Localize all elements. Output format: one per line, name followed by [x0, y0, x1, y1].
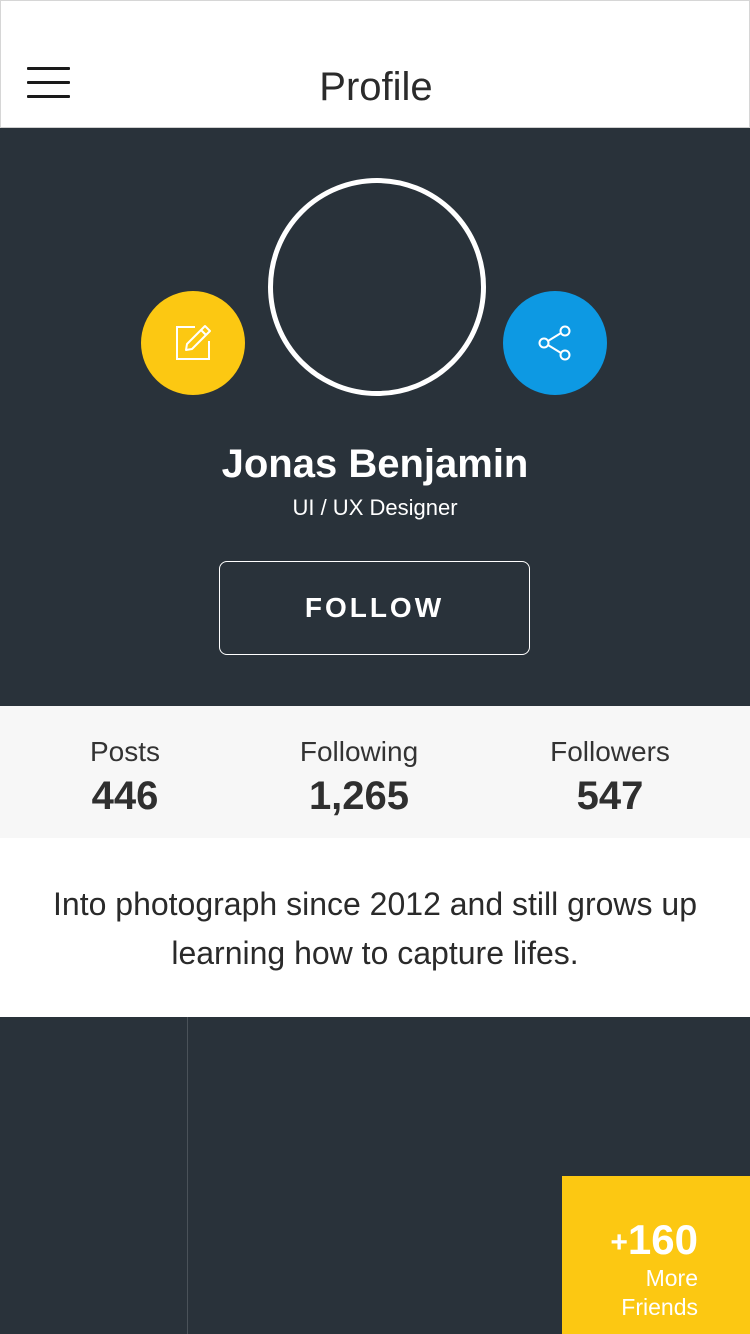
photo-gallery: +160 More Friends	[0, 1017, 750, 1334]
more-friends-button[interactable]: +160 More Friends	[562, 1176, 750, 1334]
share-button[interactable]	[503, 291, 607, 395]
stat-followers-label: Followers	[550, 736, 670, 767]
stat-posts-value: 446	[91, 774, 159, 818]
profile-header: Jonas Benjamin UI / UX Designer FOLLOW	[0, 128, 750, 706]
stats-bar: Posts 446 Following 1,265 Followers 547	[0, 706, 750, 838]
edit-icon	[176, 325, 211, 360]
follow-button[interactable]: FOLLOW	[219, 561, 530, 655]
more-friends-label-line2: Friends	[621, 1294, 698, 1320]
profile-name: Jonas Benjamin	[221, 442, 529, 486]
stat-following-label: Following	[299, 736, 419, 767]
edit-profile-button[interactable]	[141, 291, 245, 395]
profile-role: UI / UX Designer	[292, 495, 458, 520]
page-title: Profile	[319, 65, 433, 109]
more-friends-number: 160	[627, 1216, 698, 1263]
share-icon	[538, 325, 571, 361]
profile-bio: Into photograph since 2012 and still gro…	[53, 886, 697, 971]
avatar[interactable]	[268, 178, 486, 396]
top-bar: Profile	[0, 0, 750, 128]
stat-posts-label: Posts	[89, 736, 161, 767]
more-friends-label-line1: More	[645, 1265, 698, 1291]
stat-following-value: 1,265	[308, 774, 410, 818]
gallery-divider	[187, 1017, 188, 1334]
more-friends-count: +160	[610, 1216, 698, 1264]
more-friends-plus: +	[610, 1225, 628, 1259]
more-friends-label: More Friends	[578, 1264, 698, 1322]
stat-followers-value: 547	[576, 774, 644, 818]
